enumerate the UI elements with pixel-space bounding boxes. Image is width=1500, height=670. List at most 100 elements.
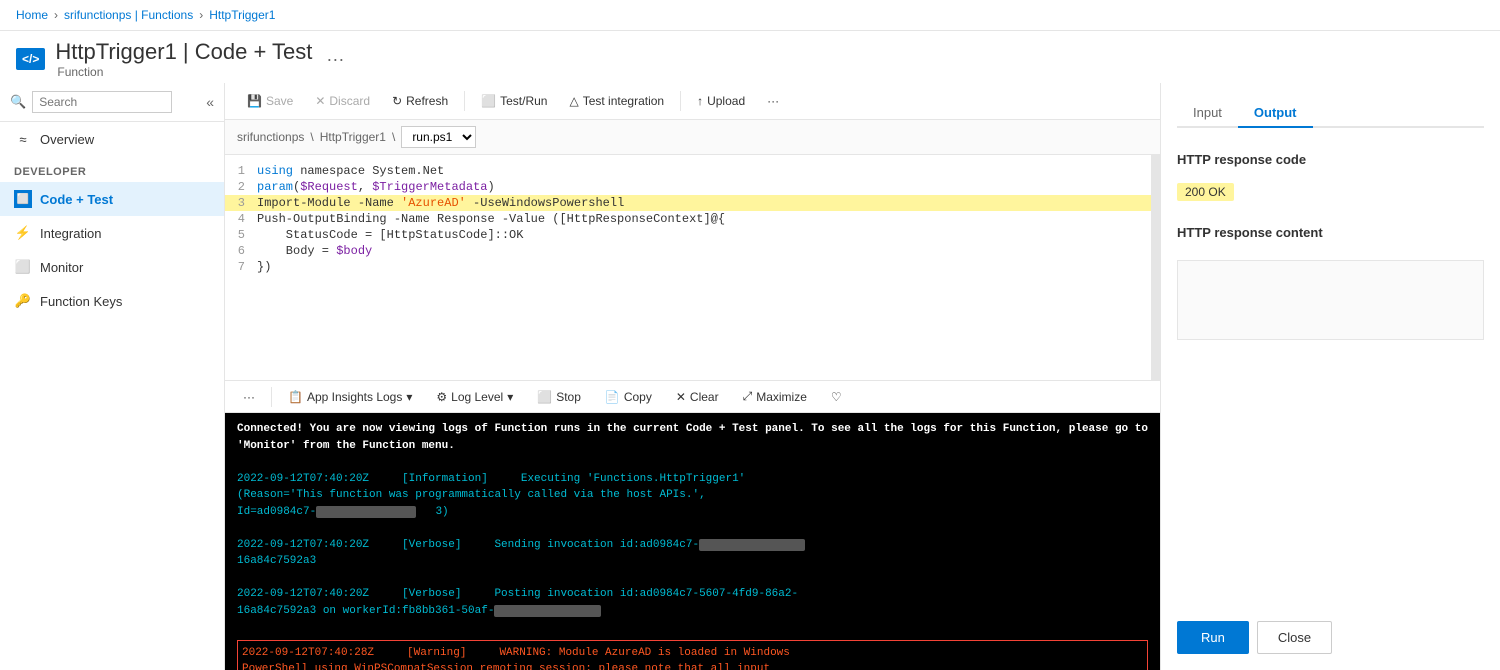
discard-button[interactable]: ✕ Discard xyxy=(305,89,380,113)
right-panel: Input Output HTTP response code 200 OK H… xyxy=(1160,83,1500,670)
test-integration-button[interactable]: △ Test integration xyxy=(559,89,674,113)
clear-label: Clear xyxy=(690,390,719,404)
stop-label: Stop xyxy=(556,390,581,404)
function-keys-icon: 🔑 xyxy=(14,292,32,310)
sidebar-item-monitor[interactable]: ⬜ Monitor xyxy=(0,250,224,284)
collapse-icon[interactable]: « xyxy=(206,94,214,110)
tab-output[interactable]: Output xyxy=(1238,99,1313,128)
log-toolbar: ··· 📋 App Insights Logs ▾ ⚙ Log Level ▾ … xyxy=(225,381,1160,413)
editor-area: 1 using namespace System.Net 2 param($Re… xyxy=(225,155,1160,670)
editor-breadcrumb: srifunctionps \ HttpTrigger1 \ run.ps1 xyxy=(225,120,1160,155)
editor-breadcrumb-app: srifunctionps xyxy=(237,130,304,144)
tab-bar: Input Output xyxy=(1177,99,1484,128)
sidebar-section-developer: Developer xyxy=(0,156,224,182)
sidebar-item-integration[interactable]: ⚡ Integration xyxy=(0,216,224,250)
sidebar-label-code-test: Code + Test xyxy=(40,192,113,207)
stop-button[interactable]: ⬜ Stop xyxy=(527,386,591,408)
filter-icon: ⚙ xyxy=(436,390,447,404)
search-input[interactable] xyxy=(32,91,172,113)
log-line-1: 2022-09-12T07:40:20Z [Information] Execu… xyxy=(237,471,1148,521)
code-line-2: 2 param($Request, $TriggerMetadata) xyxy=(225,179,1151,195)
log-line-3: 2022-09-12T07:40:20Z [Verbose] Posting i… xyxy=(237,586,1148,619)
clear-button[interactable]: ✕ Clear xyxy=(666,386,729,408)
breadcrumb: Home › srifunctionps | Functions › HttpT… xyxy=(0,0,1500,31)
code-line-4: 4 Push-OutputBinding -Name Response -Val… xyxy=(225,211,1151,227)
right-panel-actions: Run Close xyxy=(1177,621,1484,654)
copy-label: Copy xyxy=(624,390,652,404)
toolbar: 💾 Save ✕ Discard ↻ Refresh ⬜ Test/Run △ … xyxy=(225,83,1160,120)
run-button[interactable]: Run xyxy=(1177,621,1249,654)
editor-scrollbar[interactable] xyxy=(1152,155,1160,380)
tab-input[interactable]: Input xyxy=(1177,99,1238,128)
toolbar-more-button[interactable]: ··· xyxy=(757,89,789,113)
discard-icon: ✕ xyxy=(315,94,325,108)
log-more-button[interactable]: ··· xyxy=(233,386,265,408)
favorite-button[interactable]: ♡ xyxy=(821,386,852,408)
sidebar-label-monitor: Monitor xyxy=(40,260,83,275)
code-line-7: 7 }) xyxy=(225,259,1151,275)
stop-icon: ⬜ xyxy=(537,390,552,404)
log-content[interactable]: Connected! You are now viewing logs of F… xyxy=(225,413,1160,670)
breadcrumb-home[interactable]: Home xyxy=(16,8,48,22)
page-icon: </> xyxy=(16,48,45,70)
editor-breadcrumb-function: HttpTrigger1 xyxy=(320,130,386,144)
sidebar-item-code-test[interactable]: ⬜ Code + Test xyxy=(0,182,224,216)
code-line-3: 3 Import-Module -Name 'AzureAD' -UseWind… xyxy=(225,195,1151,211)
code-line-6: 6 Body = $body xyxy=(225,243,1151,259)
save-icon: 💾 xyxy=(247,94,262,108)
monitor-icon: ⬜ xyxy=(14,258,32,276)
sidebar-label-integration: Integration xyxy=(40,226,101,241)
breadcrumb-functions-app[interactable]: srifunctionps | Functions xyxy=(64,8,193,22)
response-content-box xyxy=(1177,260,1484,340)
test-run-button[interactable]: ⬜ Test/Run xyxy=(471,89,557,113)
sidebar-label-function-keys: Function Keys xyxy=(40,294,122,309)
app-insights-chevron: ▾ xyxy=(406,390,412,404)
app-insights-icon: 📋 xyxy=(288,390,303,404)
breadcrumb-function[interactable]: HttpTrigger1 xyxy=(209,8,275,22)
sidebar-item-overview[interactable]: ≈ Overview xyxy=(0,122,224,156)
overview-icon: ≈ xyxy=(14,130,32,148)
code-editor[interactable]: 1 using namespace System.Net 2 param($Re… xyxy=(225,155,1152,380)
log-connected-msg: Connected! You are now viewing logs of F… xyxy=(237,421,1148,454)
refresh-icon: ↻ xyxy=(392,94,402,108)
content-area: 💾 Save ✕ Discard ↻ Refresh ⬜ Test/Run △ … xyxy=(225,83,1160,670)
search-icon: 🔍 xyxy=(10,94,26,110)
log-level-chevron: ▾ xyxy=(507,390,513,404)
code-test-icon: ⬜ xyxy=(14,190,32,208)
sidebar-item-function-keys[interactable]: 🔑 Function Keys xyxy=(0,284,224,318)
file-selector[interactable]: run.ps1 xyxy=(401,126,476,148)
page-title: HttpTrigger1 | Code + Test xyxy=(55,39,312,65)
clear-icon: ✕ xyxy=(676,390,686,404)
log-line-2: 2022-09-12T07:40:20Z [Verbose] Sending i… xyxy=(237,537,1148,570)
log-line-warning: 2022-09-12T07:40:28Z [Warning] WARNING: … xyxy=(237,640,1148,670)
sidebar: 🔍 « ≈ Overview Developer ⬜ Code + Test ⚡… xyxy=(0,83,225,670)
maximize-label: Maximize xyxy=(756,390,807,404)
http-response-content-label: HTTP response content xyxy=(1177,225,1484,240)
log-separator xyxy=(271,387,272,407)
toolbar-separator-2 xyxy=(680,91,681,111)
copy-icon: 📄 xyxy=(605,390,620,404)
header-more-icon[interactable]: ··· xyxy=(326,49,344,70)
http-response-code-value: 200 OK xyxy=(1177,183,1484,201)
code-line-5: 5 StatusCode = [HttpStatusCode]::OK xyxy=(225,227,1151,243)
status-badge: 200 OK xyxy=(1177,183,1234,201)
upload-icon: ↑ xyxy=(697,94,703,108)
app-insights-label: App Insights Logs xyxy=(307,390,402,404)
log-panel: ··· 📋 App Insights Logs ▾ ⚙ Log Level ▾ … xyxy=(225,380,1160,670)
test-integration-icon: △ xyxy=(569,94,578,108)
log-level-button[interactable]: ⚙ Log Level ▾ xyxy=(426,386,523,408)
http-response-code-label: HTTP response code xyxy=(1177,152,1484,167)
test-run-icon: ⬜ xyxy=(481,94,496,108)
page-header: </> HttpTrigger1 | Code + Test Function … xyxy=(0,31,1500,83)
code-line-1: 1 using namespace System.Net xyxy=(225,163,1151,179)
copy-button[interactable]: 📄 Copy xyxy=(595,386,662,408)
close-button[interactable]: Close xyxy=(1257,621,1332,654)
app-insights-button[interactable]: 📋 App Insights Logs ▾ xyxy=(278,386,422,408)
refresh-button[interactable]: ↻ Refresh xyxy=(382,89,458,113)
sidebar-label-overview: Overview xyxy=(40,132,94,147)
heart-icon: ♡ xyxy=(831,390,842,404)
upload-button[interactable]: ↑ Upload xyxy=(687,89,755,113)
maximize-button[interactable]: ⤢ Maximize xyxy=(733,385,817,408)
page-subtitle: Function xyxy=(57,65,312,79)
save-button[interactable]: 💾 Save xyxy=(237,89,303,113)
